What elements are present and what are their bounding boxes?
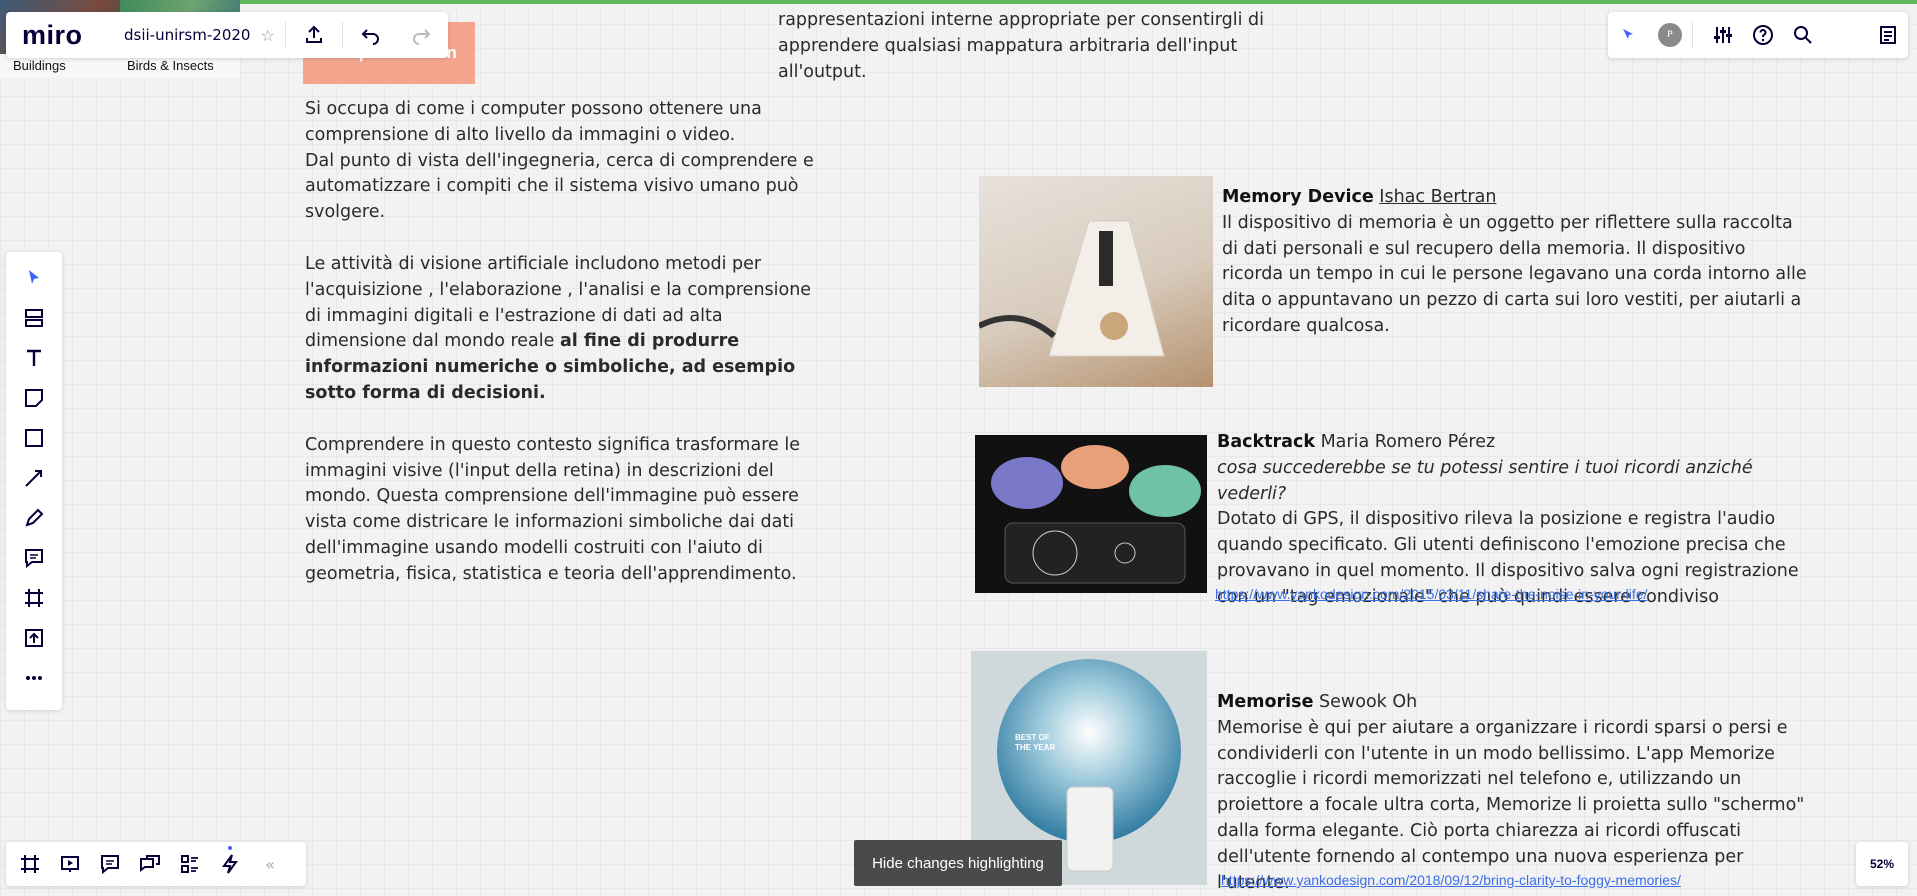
- zoom-level[interactable]: 52%: [1856, 842, 1908, 886]
- comments-panel-icon[interactable]: [90, 844, 130, 884]
- loading-progress-bar: [0, 0, 1917, 4]
- activity-icon[interactable]: [210, 844, 250, 884]
- memory-device-title: Memory Device: [1222, 187, 1374, 207]
- memorise-description: Memorise è qui per aiutare a organizzare…: [1217, 717, 1805, 893]
- toolbar-divider: [341, 22, 343, 48]
- frame-label-birds[interactable]: Birds & Insects: [127, 58, 214, 73]
- chat-icon[interactable]: [130, 844, 170, 884]
- backtrack-title: Backtrack: [1217, 432, 1315, 452]
- paragraph-intro: Si occupa di come i computer possono ott…: [305, 99, 814, 223]
- templates-icon[interactable]: [14, 298, 54, 338]
- undo-icon[interactable]: [353, 17, 389, 53]
- avatar[interactable]: P: [1658, 23, 1682, 47]
- help-icon[interactable]: [1743, 15, 1783, 55]
- top-toolbar: miro dsii-unirsm-2020 ☆: [6, 12, 448, 58]
- top-text-block[interactable]: rappresentazioni interne appropriate per…: [778, 8, 1278, 85]
- notes-icon[interactable]: [1868, 15, 1908, 55]
- frame-tool-icon[interactable]: [14, 578, 54, 618]
- memorise-image-text: BEST OF THE YEAR: [1015, 733, 1056, 752]
- top-right-toolbar: P: [1608, 12, 1908, 58]
- backtrack-author: Maria Romero Pérez: [1320, 432, 1496, 452]
- hide-changes-button[interactable]: Hide changes highlighting: [854, 840, 1062, 886]
- pen-icon[interactable]: [14, 498, 54, 538]
- toolbar-divider: [284, 22, 286, 48]
- frames-panel-icon[interactable]: [10, 844, 50, 884]
- presentation-icon[interactable]: [50, 844, 90, 884]
- memorise-title: Memorise: [1217, 692, 1314, 712]
- backtrack-url-link[interactable]: https://www.yankodesign.com/2015/03/11/s…: [1215, 586, 1647, 602]
- backtrack-image[interactable]: [975, 435, 1207, 593]
- backtrack-subtitle: cosa succederebbe se tu potessi sentire …: [1217, 457, 1753, 504]
- bottom-toolbar: «: [6, 842, 306, 886]
- left-tool-rail: [6, 252, 62, 710]
- paragraph-activities: Le attività di visione artificiale inclu…: [305, 252, 825, 407]
- comment-icon[interactable]: [14, 538, 54, 578]
- select-cursor-icon[interactable]: [14, 258, 54, 298]
- search-icon[interactable]: [1783, 15, 1823, 55]
- board-name[interactable]: dsii-unirsm-2020: [124, 26, 250, 44]
- text-tool-icon[interactable]: [14, 338, 54, 378]
- cursor-icon[interactable]: [1608, 15, 1648, 55]
- star-icon[interactable]: ☆: [260, 26, 274, 45]
- collapse-icon[interactable]: «: [250, 844, 290, 884]
- memorise-url-link[interactable]: https://www.yankodesign.com/2018/09/12/b…: [1221, 872, 1681, 888]
- memorise-author: Sewook Oh: [1319, 692, 1418, 712]
- memory-device-author-link[interactable]: Ishac Bertran: [1379, 187, 1496, 207]
- left-text-block[interactable]: Si occupa di come i computer possono ott…: [305, 97, 825, 588]
- miro-logo[interactable]: miro: [22, 20, 118, 51]
- memorise-text[interactable]: Memorise Sewook Oh Memorise è qui per ai…: [1217, 690, 1807, 896]
- frame-label-buildings[interactable]: Buildings: [13, 58, 66, 73]
- more-tools-icon[interactable]: [14, 658, 54, 698]
- memory-device-image[interactable]: [977, 176, 1213, 387]
- upload-tool-icon[interactable]: [14, 618, 54, 658]
- upload-icon[interactable]: [296, 17, 332, 53]
- notification-dot: [228, 846, 232, 850]
- sticky-note-icon[interactable]: [14, 378, 54, 418]
- connection-line-icon[interactable]: [14, 458, 54, 498]
- memory-device-text[interactable]: Memory Device Ishac Bertran Il dispositi…: [1222, 185, 1807, 340]
- redo-icon[interactable]: [403, 17, 439, 53]
- card-list-icon[interactable]: [170, 844, 210, 884]
- shape-tool-icon[interactable]: [14, 418, 54, 458]
- memory-device-description: Il dispositivo di memoria è un oggetto p…: [1222, 212, 1807, 336]
- toolbar-divider: [1692, 22, 1693, 48]
- settings-sliders-icon[interactable]: [1703, 15, 1743, 55]
- backtrack-text[interactable]: Backtrack Maria Romero Pérez cosa succed…: [1217, 430, 1807, 611]
- paragraph-understanding: Comprendere in questo contesto significa…: [305, 434, 800, 584]
